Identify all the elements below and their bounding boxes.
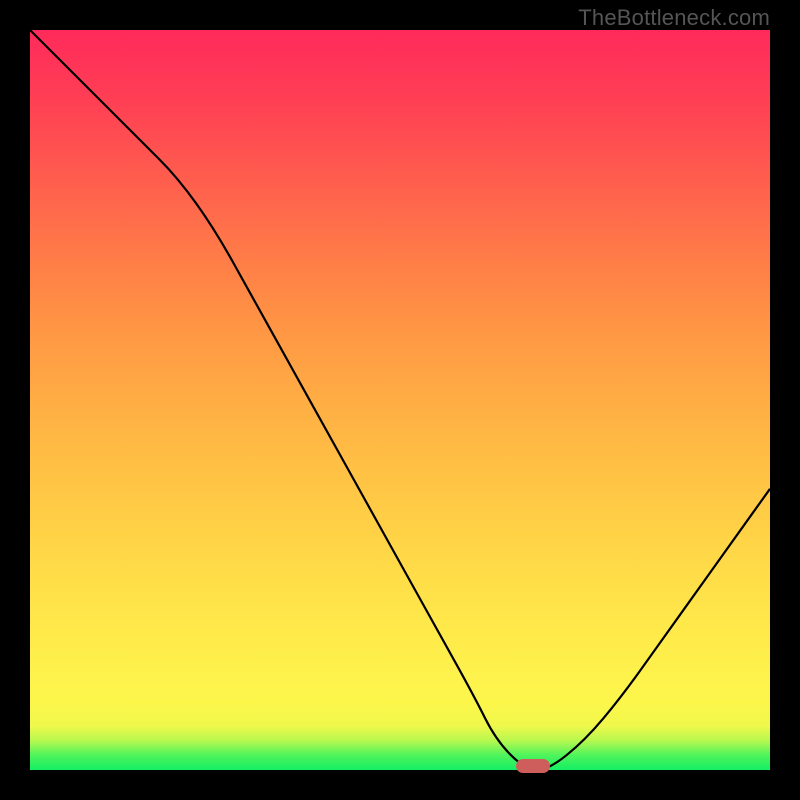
- curve-path: [30, 30, 770, 770]
- optimum-marker: [516, 759, 550, 773]
- attribution-label: TheBottleneck.com: [578, 5, 770, 31]
- bottleneck-curve: [30, 30, 770, 770]
